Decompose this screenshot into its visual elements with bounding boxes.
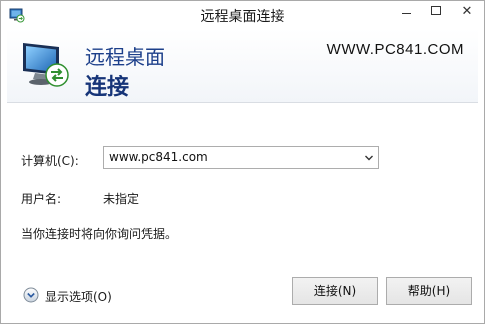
expand-circle-icon[interactable] — [23, 287, 39, 303]
credentials-note: 当你连接时将向你询问凭据。 — [21, 227, 178, 241]
connect-button[interactable]: 连接(N) — [292, 277, 378, 305]
computer-combobox[interactable]: www.pc841.com — [103, 146, 379, 169]
maximize-icon — [431, 6, 441, 15]
watermark-site: WWW.PC841.COM — [326, 41, 464, 58]
help-button[interactable]: 帮助(H) — [386, 277, 472, 305]
banner-title-line2: 连接 — [85, 75, 130, 100]
minimize-icon — [402, 13, 411, 14]
computer-value[interactable]: www.pc841.com — [109, 150, 208, 164]
minimize-button[interactable] — [392, 1, 421, 21]
close-button[interactable]: ✕ — [450, 1, 484, 21]
banner-title-line1: 远程桌面 — [85, 45, 165, 69]
remote-desktop-icon — [23, 43, 69, 87]
username-label: 用户名: — [21, 192, 62, 206]
title-bar[interactable]: 远程桌面连接 ✕ — [1, 1, 484, 29]
remote-desktop-window: 远程桌面连接 ✕ 远程桌面 连接 WWW.PC841.COM 计算机(C): w… — [0, 0, 485, 324]
header-banner: 远程桌面 连接 WWW.PC841.COM — [7, 29, 478, 103]
chevron-down-icon[interactable] — [364, 153, 374, 163]
username-value: 未指定 — [103, 192, 140, 206]
show-options-label[interactable]: 显示选项(O) — [45, 288, 112, 305]
close-icon: ✕ — [461, 4, 473, 19]
computer-label: 计算机(C): — [21, 154, 79, 168]
maximize-button[interactable] — [421, 1, 450, 21]
